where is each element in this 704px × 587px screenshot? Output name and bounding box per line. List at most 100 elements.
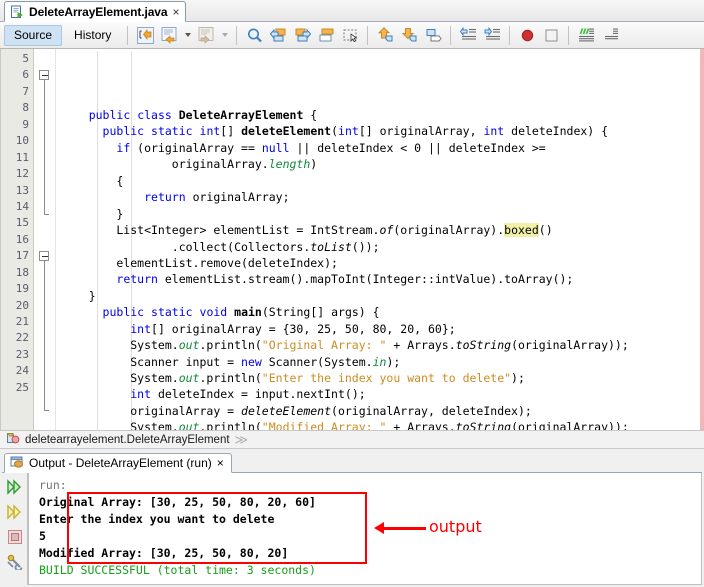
code-line[interactable]: return elementList.stream().mapToInt(Int… [56,271,703,287]
code-line[interactable]: if (originalArray == null || deleteIndex… [56,140,703,156]
java-file-icon [10,5,24,19]
next-error-icon[interactable] [398,24,420,46]
code-line[interactable]: int deleteIndex = input.nextInt(); [56,386,703,402]
last-edit-icon[interactable] [134,24,156,46]
code-token: public [102,124,145,139]
line-number: 12 [15,167,29,181]
select-rectangle-icon[interactable] [339,24,361,46]
code-token: { [303,108,318,122]
forward-history-icon[interactable] [195,24,217,46]
output-tab-label: Output - DeleteArrayElement (run) [29,456,212,470]
line-number: 17 [15,249,29,263]
close-icon-output[interactable]: × [217,456,224,470]
close-icon[interactable]: × [172,5,179,19]
code-line[interactable]: { [56,173,703,189]
previous-bookmark-icon[interactable] [267,24,289,46]
back-history-icon[interactable] [158,24,180,46]
code-editor[interactable]: 5 6 7 8 9 10 11 12 13 14 15 16 17 18 19 20 21 22 23 24 25 pu… [0,49,704,430]
code-line[interactable]: elementList.remove(deleteIndex); [56,255,703,271]
line-number-gutter: 5 6 7 8 9 10 11 12 13 14 15 16 17 18 19 20 21 22 23 24 25 [1,49,34,430]
settings-icon[interactable] [5,552,25,571]
annotation-arrow-line [383,526,426,530]
uncomment-icon[interactable] [599,24,621,46]
code-token: return [116,272,158,287]
code-token: main [234,305,262,320]
fold-toggle-line-6[interactable] [39,69,49,80]
line-number: 24 [15,364,29,378]
chevron-down-icon-forward-history[interactable] [219,24,230,46]
breadcrumb[interactable]: deletearrayelement.DeleteArrayElement ≫ [0,430,704,449]
inspect-icon[interactable] [540,24,562,46]
code-token: ); [386,354,401,369]
code-line[interactable]: public static int[] deleteElement(int[] … [56,123,703,139]
code-line[interactable]: } [56,288,703,304]
code-token: int [483,124,505,139]
output-tab-strip: Output - DeleteArrayElement (run) × [2,452,702,473]
code-token: .println( [199,338,262,353]
tab-history[interactable]: History [64,25,121,46]
code-line[interactable]: System.out.println("Original Array: " + … [56,337,703,353]
stop-process-icon[interactable] [5,527,25,546]
code-fold-column[interactable] [34,49,56,430]
code-token: (originalArray)); [511,338,629,353]
rerun-icon[interactable] [5,477,25,496]
breadcrumb-chevron-icon[interactable]: ≫ [235,432,249,448]
code-line[interactable]: System.out.println("Modified Array: " + … [56,419,703,430]
code-token: deleteElement [241,124,332,139]
line-number: 21 [15,315,29,328]
toolbar-separator-6 [568,25,570,45]
code-line[interactable]: int[] originalArray = {30, 25, 50, 80, 2… [56,321,703,337]
code-line[interactable]: originalArray = deleteElement(originalAr… [56,403,703,419]
comment-icon[interactable] [575,24,597,46]
chevron-down-icon-back-history[interactable] [182,24,193,46]
output-console[interactable]: output run: Original Array: [30, 25, 50, … [28,473,702,585]
code-token: elementList.remove(deleteIndex); [61,255,338,270]
line-number: 11 [15,150,29,164]
code-line[interactable]: List<Integer> elementList = IntStream.of… [56,222,703,238]
code-token: } [61,288,96,303]
output-window: Output - DeleteArrayElement (run) × outp… [0,449,704,587]
next-bookmark-icon[interactable] [291,24,313,46]
toggle-breakpoint-icon[interactable] [516,24,538,46]
toggle-highlight-icon[interactable] [422,24,444,46]
editor-tab-delete-array-element[interactable]: DeleteArrayElement.java × [4,1,187,22]
code-token: () [538,223,553,238]
tab-source[interactable]: Source [4,24,63,46]
code-line[interactable]: System.out.println("Enter the index you … [56,370,703,386]
netbeans-ide-window: DeleteArrayElement.java × Source History [0,0,704,587]
output-tab[interactable]: Output - DeleteArrayElement (run) × [4,453,232,473]
code-line[interactable]: } [56,206,703,222]
code-token: static [151,305,193,320]
code-token: { [61,173,124,188]
find-selection-icon[interactable] [243,24,265,46]
code-line[interactable]: public class DeleteArrayElement { [56,107,703,123]
code-line[interactable]: .collect(Collectors.toList()); [56,239,703,255]
error-stripe-margin[interactable] [700,49,703,430]
line-number: 22 [15,331,29,345]
code-line[interactable]: Scanner input = new Scanner(System.in); [56,354,703,370]
code-text-area[interactable]: public class DeleteArrayElement { public… [56,49,703,430]
code-token: int [338,124,359,139]
toolbar-separator-2 [236,25,238,45]
class-icon [6,431,20,448]
rerun-alternate-icon[interactable] [5,502,25,521]
toolbar-separator-3 [367,25,369,45]
shift-right-icon[interactable] [481,24,503,46]
shift-left-icon[interactable] [457,24,479,46]
code-token: int [130,387,152,402]
code-token: public [102,305,145,320]
previous-error-icon[interactable] [374,24,396,46]
code-line[interactable]: public static void main(String[] args) { [56,304,703,320]
code-line[interactable]: return originalArray; [56,189,703,205]
code-token: if [116,140,131,155]
line-number: 23 [15,347,29,361]
code-token: originalArray. [61,157,269,172]
toggle-rectangular-selection-icon[interactable] [315,24,337,46]
fold-toggle-line-17[interactable] [39,250,49,261]
code-line[interactable]: originalArray.length) [56,156,703,172]
